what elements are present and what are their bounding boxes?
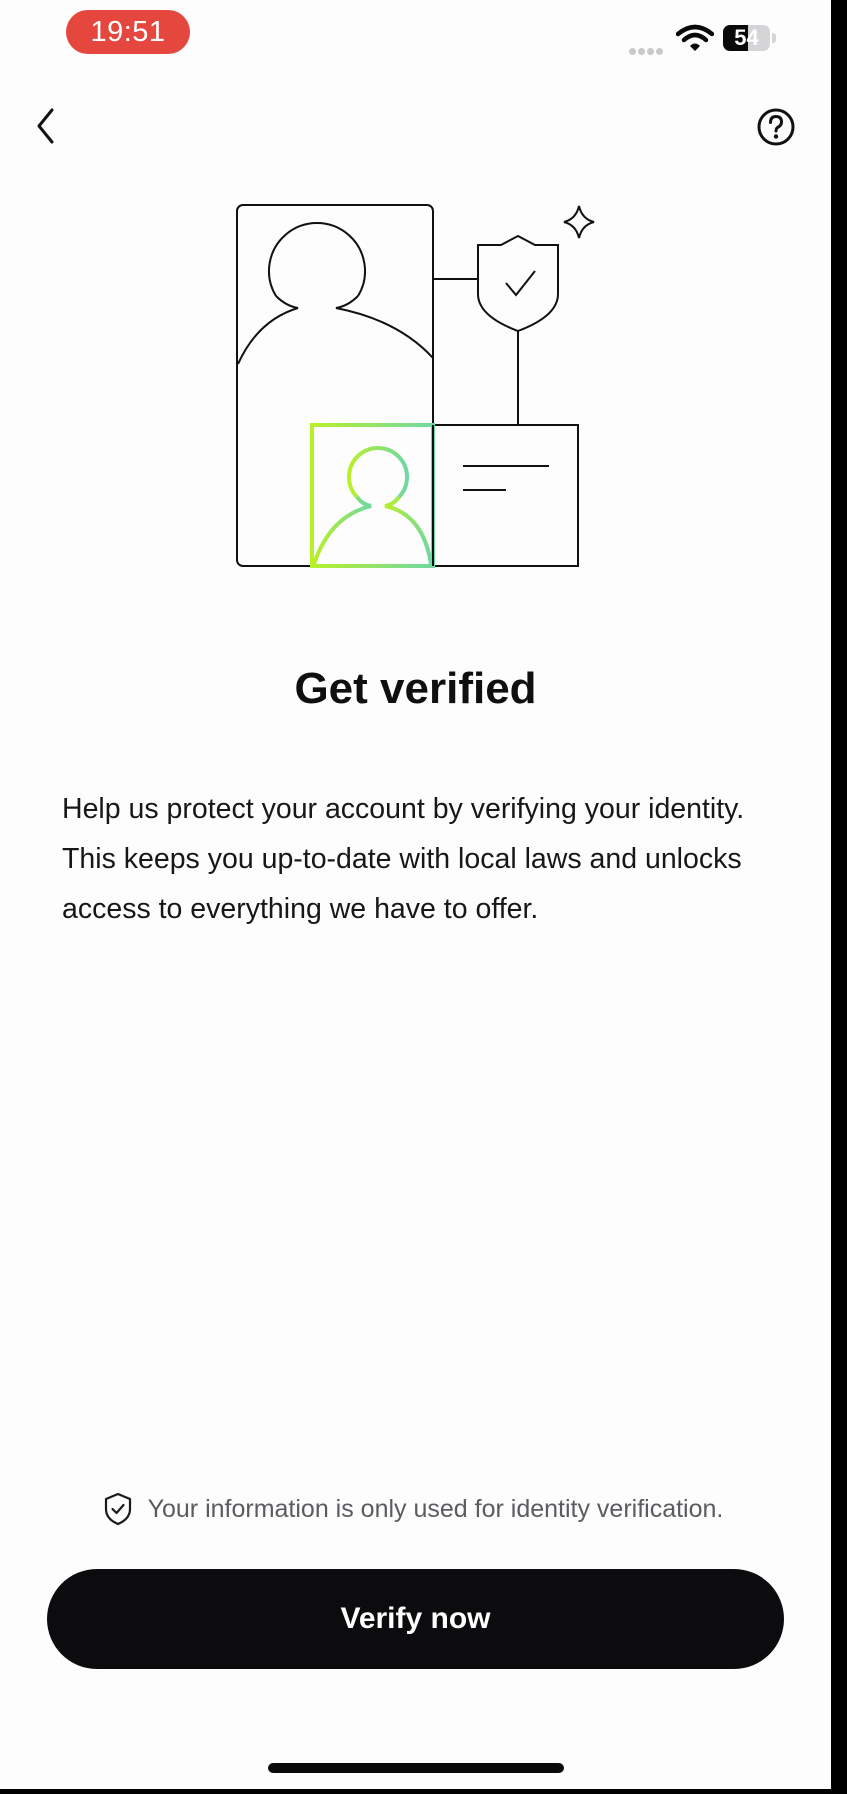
privacy-note: Your information is only used for identi…	[0, 1492, 831, 1526]
battery-cap	[772, 33, 776, 43]
verification-description: Help us protect your account by verifyin…	[62, 793, 745, 925]
question-circle-icon	[757, 108, 795, 146]
cellular-signal-icon	[629, 42, 665, 60]
help-button[interactable]	[755, 106, 797, 148]
home-indicator[interactable]	[268, 1763, 564, 1773]
wifi-icon	[675, 24, 715, 57]
battery-icon: 54	[723, 25, 770, 51]
chevron-left-icon	[37, 108, 54, 144]
shield-check-icon	[104, 1492, 131, 1526]
privacy-note-text: Your information is only used for identi…	[147, 1494, 724, 1523]
page-title: Get verified	[294, 664, 537, 713]
identity-verification-illustration	[236, 204, 595, 568]
back-button[interactable]	[28, 104, 68, 148]
status-time: 19:51	[66, 10, 190, 54]
verify-now-button[interactable]: Verify now	[47, 1569, 784, 1669]
battery-level: 54	[734, 25, 759, 50]
verification-screen: 19:51 54 Get verified Help us protect yo…	[0, 0, 831, 1789]
